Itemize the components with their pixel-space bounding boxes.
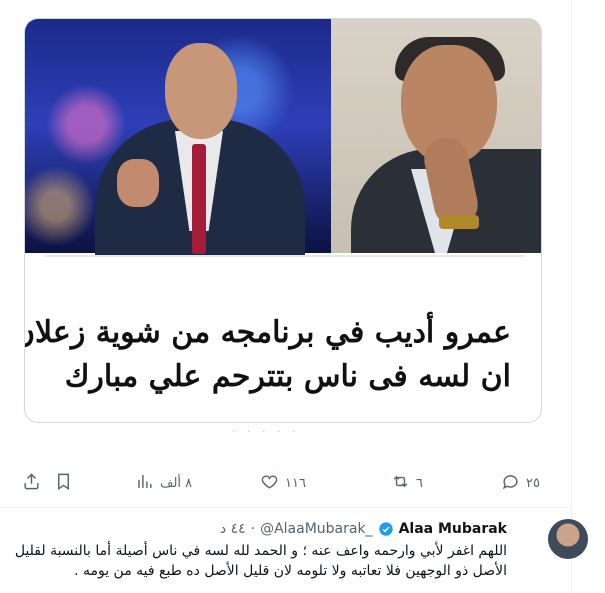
bookmark-icon	[54, 472, 73, 495]
comment-icon	[501, 472, 520, 495]
author-name[interactable]: Alaa Mubarak	[399, 521, 507, 537]
tv-host-photo	[25, 19, 331, 269]
views-button[interactable]: ٨ ألف	[135, 472, 192, 495]
reply-header: Alaa Mubarak @AlaaMubarak_ · ٤٤ د	[220, 521, 507, 537]
media-caption-line-2: ان لسه فى ناس بتترحم علي مبارك	[64, 359, 512, 394]
reply-text: اللهم اغفر لأبي وارحمه واعف عنه ؛ و الحم…	[14, 543, 507, 579]
reply-button[interactable]: ٢٥	[501, 472, 540, 495]
portrait-photo	[331, 19, 541, 253]
verified-badge-icon	[378, 521, 394, 537]
retweet-icon	[391, 472, 410, 495]
tweet-media-image[interactable]: عمرو أديب في برنامجه من شوية زعلان ان لس…	[24, 18, 542, 423]
retweet-button[interactable]: ٦	[391, 472, 423, 495]
timestamp[interactable]: ٤٤ د	[220, 521, 246, 537]
avatar[interactable]	[548, 519, 588, 559]
timeline-border	[571, 0, 572, 593]
share-button[interactable]	[22, 472, 41, 495]
author-handle[interactable]: @AlaaMubarak_	[260, 521, 373, 537]
media-caption-line-1: عمرو أديب في برنامجه من شوية زعلان	[24, 315, 512, 350]
bar-chart-icon	[135, 472, 154, 495]
views-count: ٨ ألف	[160, 476, 193, 491]
share-icon	[22, 472, 41, 495]
reply-tweet[interactable]: Alaa Mubarak @AlaaMubarak_ · ٤٤ د اللهم …	[0, 517, 588, 593]
divider	[0, 507, 571, 508]
like-count: ١١٦	[285, 476, 306, 491]
retweet-count: ٦	[416, 476, 423, 491]
tweet-action-bar: ٨ ألف ١١٦ ٦ ٢٥	[0, 466, 571, 508]
reply-count: ٢٥	[526, 476, 540, 491]
image-dots-separator: · · · · ·	[232, 425, 300, 438]
separator-dot: ·	[250, 521, 256, 537]
like-button[interactable]: ١١٦	[260, 472, 306, 495]
bookmark-button[interactable]	[54, 472, 73, 495]
media-caption-panel: عمرو أديب في برنامجه من شوية زعلان ان لس…	[25, 255, 525, 401]
heart-icon	[260, 472, 279, 495]
